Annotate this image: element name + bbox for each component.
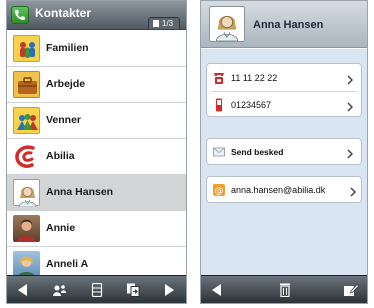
mobile-phone-number: 01234567 — [231, 100, 272, 110]
copy-icon[interactable] — [125, 283, 141, 297]
contact-list: Familien Arbejde Venner Abilia Anna Hans… — [7, 31, 186, 283]
chevron-right-icon — [350, 184, 357, 197]
envelope-icon — [213, 145, 225, 159]
contact-label: Anna Hansen — [46, 186, 114, 198]
home-phone-icon — [213, 71, 225, 85]
contact-row-annie[interactable]: Annie — [7, 211, 186, 247]
mobile-phone-icon — [213, 98, 225, 112]
phone-app-icon — [11, 6, 29, 24]
app-title: Kontakter — [35, 6, 92, 20]
back-arrow-icon[interactable] — [209, 283, 225, 297]
abilia-logo-icon — [13, 143, 40, 170]
person-photo-icon — [13, 215, 40, 242]
detail-bottom-toolbar — [201, 275, 367, 303]
contacts-header: Kontakter 1/3 — [7, 1, 186, 30]
person-photo-icon — [13, 251, 40, 278]
person-avatar-icon — [13, 179, 40, 208]
contact-row-anna-hansen[interactable]: Anna Hansen — [7, 175, 186, 211]
contact-detail-body: 11 11 22 22 01234567 Send besked @ anna.… — [201, 49, 367, 275]
chevron-right-icon — [347, 146, 354, 159]
contacts-screen: Kontakter 1/3 Familien Arbejde Venner Ab… — [6, 0, 187, 304]
contact-label: Annie — [46, 222, 76, 234]
send-message-card[interactable]: Send besked — [206, 138, 362, 165]
svg-text:@: @ — [215, 187, 224, 197]
edit-icon[interactable] — [343, 283, 359, 297]
friends-icon — [13, 107, 40, 134]
email-address: anna.hansen@abilia.dk — [231, 185, 326, 195]
contact-row-abilia[interactable]: Abilia — [7, 139, 186, 175]
contact-label: Anneli A — [46, 258, 89, 270]
email-at-icon: @ — [213, 183, 225, 197]
contact-row-arbejde[interactable]: Arbejde — [7, 67, 186, 103]
email-card[interactable]: @ anna.hansen@abilia.dk — [206, 176, 362, 203]
contact-row-venner[interactable]: Venner — [7, 103, 186, 139]
home-phone-number: 11 11 22 22 — [231, 73, 278, 83]
family-icon — [13, 35, 40, 62]
contact-detail-header: Anna Hansen — [201, 1, 367, 48]
phone-numbers-card: 11 11 22 22 01234567 — [206, 63, 362, 117]
trash-icon[interactable] — [277, 283, 293, 298]
home-phone-row[interactable]: 11 11 22 22 — [207, 65, 361, 91]
forward-arrow-icon[interactable] — [161, 283, 177, 297]
contact-row-familien[interactable]: Familien — [7, 31, 186, 67]
contact-label: Venner — [46, 114, 82, 126]
add-contact-icon[interactable] — [51, 283, 67, 297]
page-indicator: 1/3 — [148, 17, 180, 29]
briefcase-icon — [13, 71, 40, 98]
bottom-toolbar — [7, 275, 186, 303]
contact-detail-screen: Anna Hansen 11 11 22 22 01234567 Send be… — [200, 0, 368, 304]
page-icon — [153, 20, 159, 27]
contact-label: Familien — [46, 42, 89, 54]
chevron-right-icon — [347, 72, 354, 85]
person-avatar-icon — [209, 6, 245, 42]
back-arrow-icon[interactable] — [15, 283, 31, 297]
contact-label: Arbejde — [46, 78, 86, 90]
email-row[interactable]: @ anna.hansen@abilia.dk — [207, 177, 361, 203]
contact-name: Anna Hansen — [253, 19, 324, 31]
page-indicator-label: 1/3 — [162, 19, 174, 28]
sim-card-icon[interactable] — [89, 282, 105, 298]
send-message-row[interactable]: Send besked — [207, 139, 361, 165]
send-message-label: Send besked — [231, 147, 284, 157]
mobile-phone-row[interactable]: 01234567 — [207, 92, 361, 118]
contact-label: Abilia — [46, 150, 75, 162]
chevron-right-icon — [347, 99, 354, 112]
